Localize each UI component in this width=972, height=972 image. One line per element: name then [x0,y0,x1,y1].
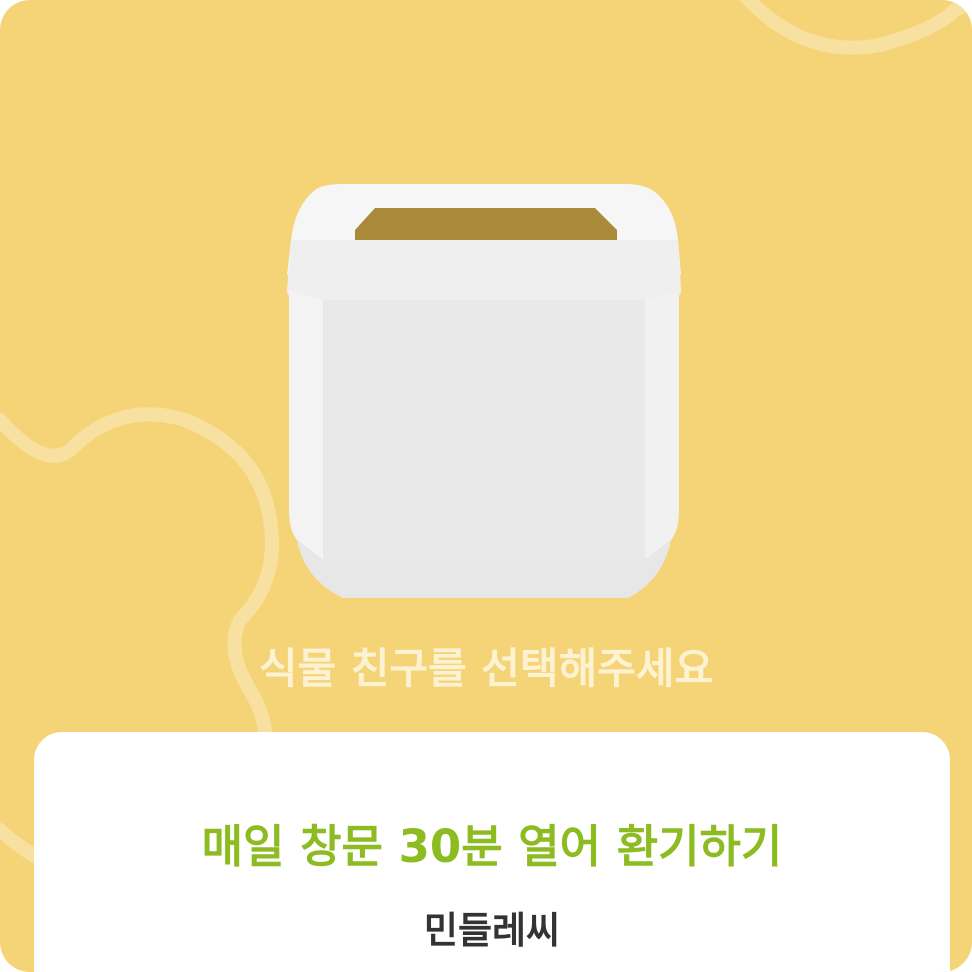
plant-name: 민들레씨 [423,909,561,952]
select-plant-prompt: 식물 친구를 선택해주세요 [258,644,714,693]
mission-title: 매일 창문 30분 열어 환기하기 [201,820,783,873]
mission-panel: 매일 창문 30분 열어 환기하기 민들레씨 [34,732,950,972]
white-square-pot-icon[interactable] [283,180,685,605]
plant-select-card: 식물 친구를 선택해주세요 매일 창문 30분 열어 환기하기 민들레씨 [0,0,972,972]
